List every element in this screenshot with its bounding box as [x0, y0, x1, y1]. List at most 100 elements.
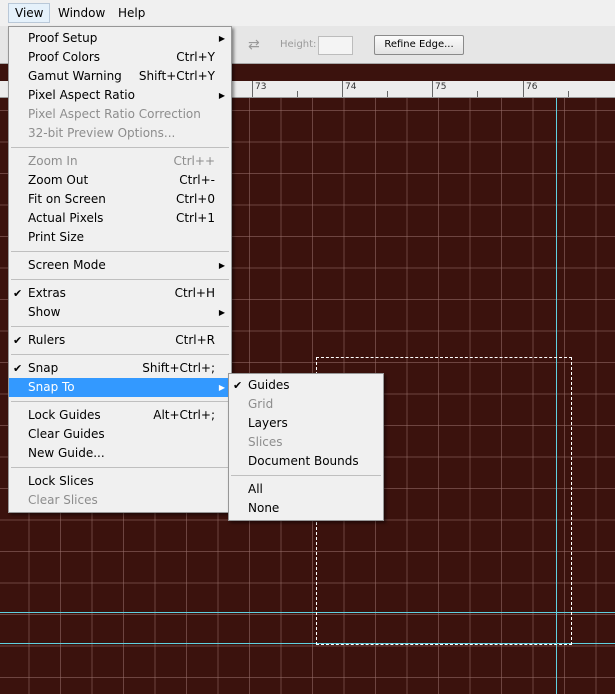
menu-item-label: Snap To	[28, 380, 75, 394]
menu-item-label: Fit on Screen	[28, 192, 106, 206]
menu-item-zoom-in: Zoom In Ctrl++	[9, 152, 231, 171]
menu-item-label: Grid	[248, 397, 274, 411]
menu-item-label: Layers	[248, 416, 288, 430]
menu-separator	[11, 467, 229, 468]
menu-item-label: Actual Pixels	[28, 211, 104, 225]
menu-item-show[interactable]: Show ▶	[9, 303, 231, 322]
ruler-tick	[297, 91, 298, 97]
menu-window[interactable]: Window	[52, 4, 111, 22]
menu-item-shortcut: Ctrl+1	[175, 211, 215, 225]
menu-view[interactable]: View	[8, 3, 51, 23]
submenu-arrow-icon: ▶	[218, 91, 225, 100]
ruler-tick	[523, 81, 524, 97]
menu-item-guides[interactable]: ✔ Guides	[229, 376, 383, 395]
menu-item-label: Zoom In	[28, 154, 78, 168]
menu-item-label: None	[248, 501, 280, 515]
checkmark-icon: ✔	[233, 379, 243, 392]
menu-item-shortcut: Ctrl+-	[179, 173, 215, 187]
menu-item-label: Pixel Aspect Ratio	[28, 88, 135, 102]
menu-item-print-size[interactable]: Print Size	[9, 228, 231, 247]
menu-item-zoom-out[interactable]: Zoom Out Ctrl+-	[9, 171, 231, 190]
snap-to-submenu: ✔ Guides Grid Layers Slices Document Bounds Al…	[228, 373, 384, 521]
menu-separator	[11, 147, 229, 148]
menu-item-none[interactable]: None	[229, 499, 383, 518]
menu-item-grid: Grid	[229, 395, 383, 414]
menu-item-rulers[interactable]: ✔ Rulers Ctrl+R	[9, 331, 231, 350]
menu-help[interactable]: Help	[112, 4, 151, 22]
menu-item-proof-colors[interactable]: Proof Colors Ctrl+Y	[9, 48, 231, 67]
menu-item-extras[interactable]: ✔ Extras Ctrl+H	[9, 284, 231, 303]
submenu-arrow-icon: ▶	[218, 383, 225, 392]
menu-item-gamut-warning[interactable]: Gamut Warning Shift+Ctrl+Y	[9, 67, 231, 86]
menu-separator	[11, 326, 229, 327]
menu-item-shortcut: Shift+Ctrl+;	[142, 361, 215, 375]
refine-edge-button[interactable]: Refine Edge...	[374, 35, 464, 55]
menu-item-label: Pixel Aspect Ratio Correction	[28, 107, 201, 121]
menu-item-label: New Guide...	[28, 446, 105, 460]
checkmark-icon: ✔	[13, 334, 23, 347]
checkmark-icon: ✔	[13, 362, 23, 375]
menu-item-label: Lock Slices	[28, 474, 94, 488]
menu-item-shortcut: Ctrl+R	[175, 333, 215, 347]
height-label: Height:	[280, 39, 317, 50]
menu-item-label: Proof Colors	[28, 50, 100, 64]
menu-item-label: Document Bounds	[248, 454, 359, 468]
ruler-tick	[568, 91, 569, 97]
menu-item-label: Show	[28, 305, 61, 319]
ruler-tick	[342, 81, 343, 97]
menu-item-shortcut: Ctrl+Y	[176, 50, 215, 64]
submenu-arrow-icon: ▶	[218, 34, 225, 43]
menu-item-proof-setup[interactable]: Proof Setup ▶	[9, 29, 231, 48]
menu-item-label: All	[248, 482, 263, 496]
menu-item-new-guide[interactable]: New Guide...	[9, 444, 231, 463]
menu-separator	[11, 279, 229, 280]
menu-item-lock-slices[interactable]: Lock Slices	[9, 472, 231, 491]
menu-item-shortcut: Ctrl+H	[174, 286, 215, 300]
menu-item-label: Proof Setup	[28, 31, 98, 45]
menu-separator	[11, 251, 229, 252]
ruler-label: 73	[255, 82, 267, 92]
menu-item-screen-mode[interactable]: Screen Mode ▶	[9, 256, 231, 275]
menu-item-label: Print Size	[28, 230, 85, 244]
menu-item-fit-on-screen[interactable]: Fit on Screen Ctrl+0	[9, 190, 231, 209]
swap-arrows-icon[interactable]: ⇄	[248, 37, 260, 53]
menu-item-shortcut: Ctrl+0	[175, 192, 215, 206]
menu-item-snap-to[interactable]: Snap To ▶	[9, 378, 231, 397]
ruler-label: 76	[526, 82, 538, 92]
menu-item-all[interactable]: All	[229, 480, 383, 499]
ruler-tick	[477, 91, 478, 97]
menu-item-document-bounds[interactable]: Document Bounds	[229, 452, 383, 471]
menu-item-label: Guides	[248, 378, 290, 392]
menu-item-label: Zoom Out	[28, 173, 89, 187]
menu-item-label: Clear Guides	[28, 427, 105, 441]
menu-item-clear-guides[interactable]: Clear Guides	[9, 425, 231, 444]
menu-bar: View Window Help	[0, 0, 615, 27]
menu-item-layers[interactable]: Layers	[229, 414, 383, 433]
menu-item-snap[interactable]: ✔ Snap Shift+Ctrl+;	[9, 359, 231, 378]
menu-item-shortcut: Alt+Ctrl+;	[153, 408, 215, 422]
menu-item-label: Gamut Warning	[28, 69, 122, 83]
menu-separator	[11, 354, 229, 355]
menu-item-label: Clear Slices	[28, 493, 98, 507]
menu-item-lock-guides[interactable]: Lock Guides Alt+Ctrl+;	[9, 406, 231, 425]
ruler-tick	[252, 81, 253, 97]
menu-item-label: Screen Mode	[28, 258, 106, 272]
height-field[interactable]	[318, 36, 353, 55]
menu-item-label: Extras	[28, 286, 66, 300]
checkmark-icon: ✔	[13, 287, 23, 300]
menu-item-label: Slices	[248, 435, 283, 449]
ruler-tick	[432, 81, 433, 97]
view-menu: Proof Setup ▶ Proof Colors Ctrl+Y Gamut Warn…	[8, 26, 232, 513]
menu-item-label: Lock Guides	[28, 408, 101, 422]
menu-item-shortcut: Shift+Ctrl+Y	[138, 69, 215, 83]
menu-item-shortcut: Ctrl++	[173, 154, 215, 168]
menu-separator	[231, 475, 381, 476]
ruler-label: 75	[435, 82, 447, 92]
menu-item-pixel-aspect-ratio[interactable]: Pixel Aspect Ratio ▶	[9, 86, 231, 105]
menu-item-pixel-aspect-ratio-correction: Pixel Aspect Ratio Correction	[9, 105, 231, 124]
submenu-arrow-icon: ▶	[218, 261, 225, 270]
menu-item-label: 32-bit Preview Options...	[28, 126, 176, 140]
menu-item-clear-slices: Clear Slices	[9, 491, 231, 510]
menu-item-actual-pixels[interactable]: Actual Pixels Ctrl+1	[9, 209, 231, 228]
menu-item-32-bit-preview-options: 32-bit Preview Options...	[9, 124, 231, 143]
